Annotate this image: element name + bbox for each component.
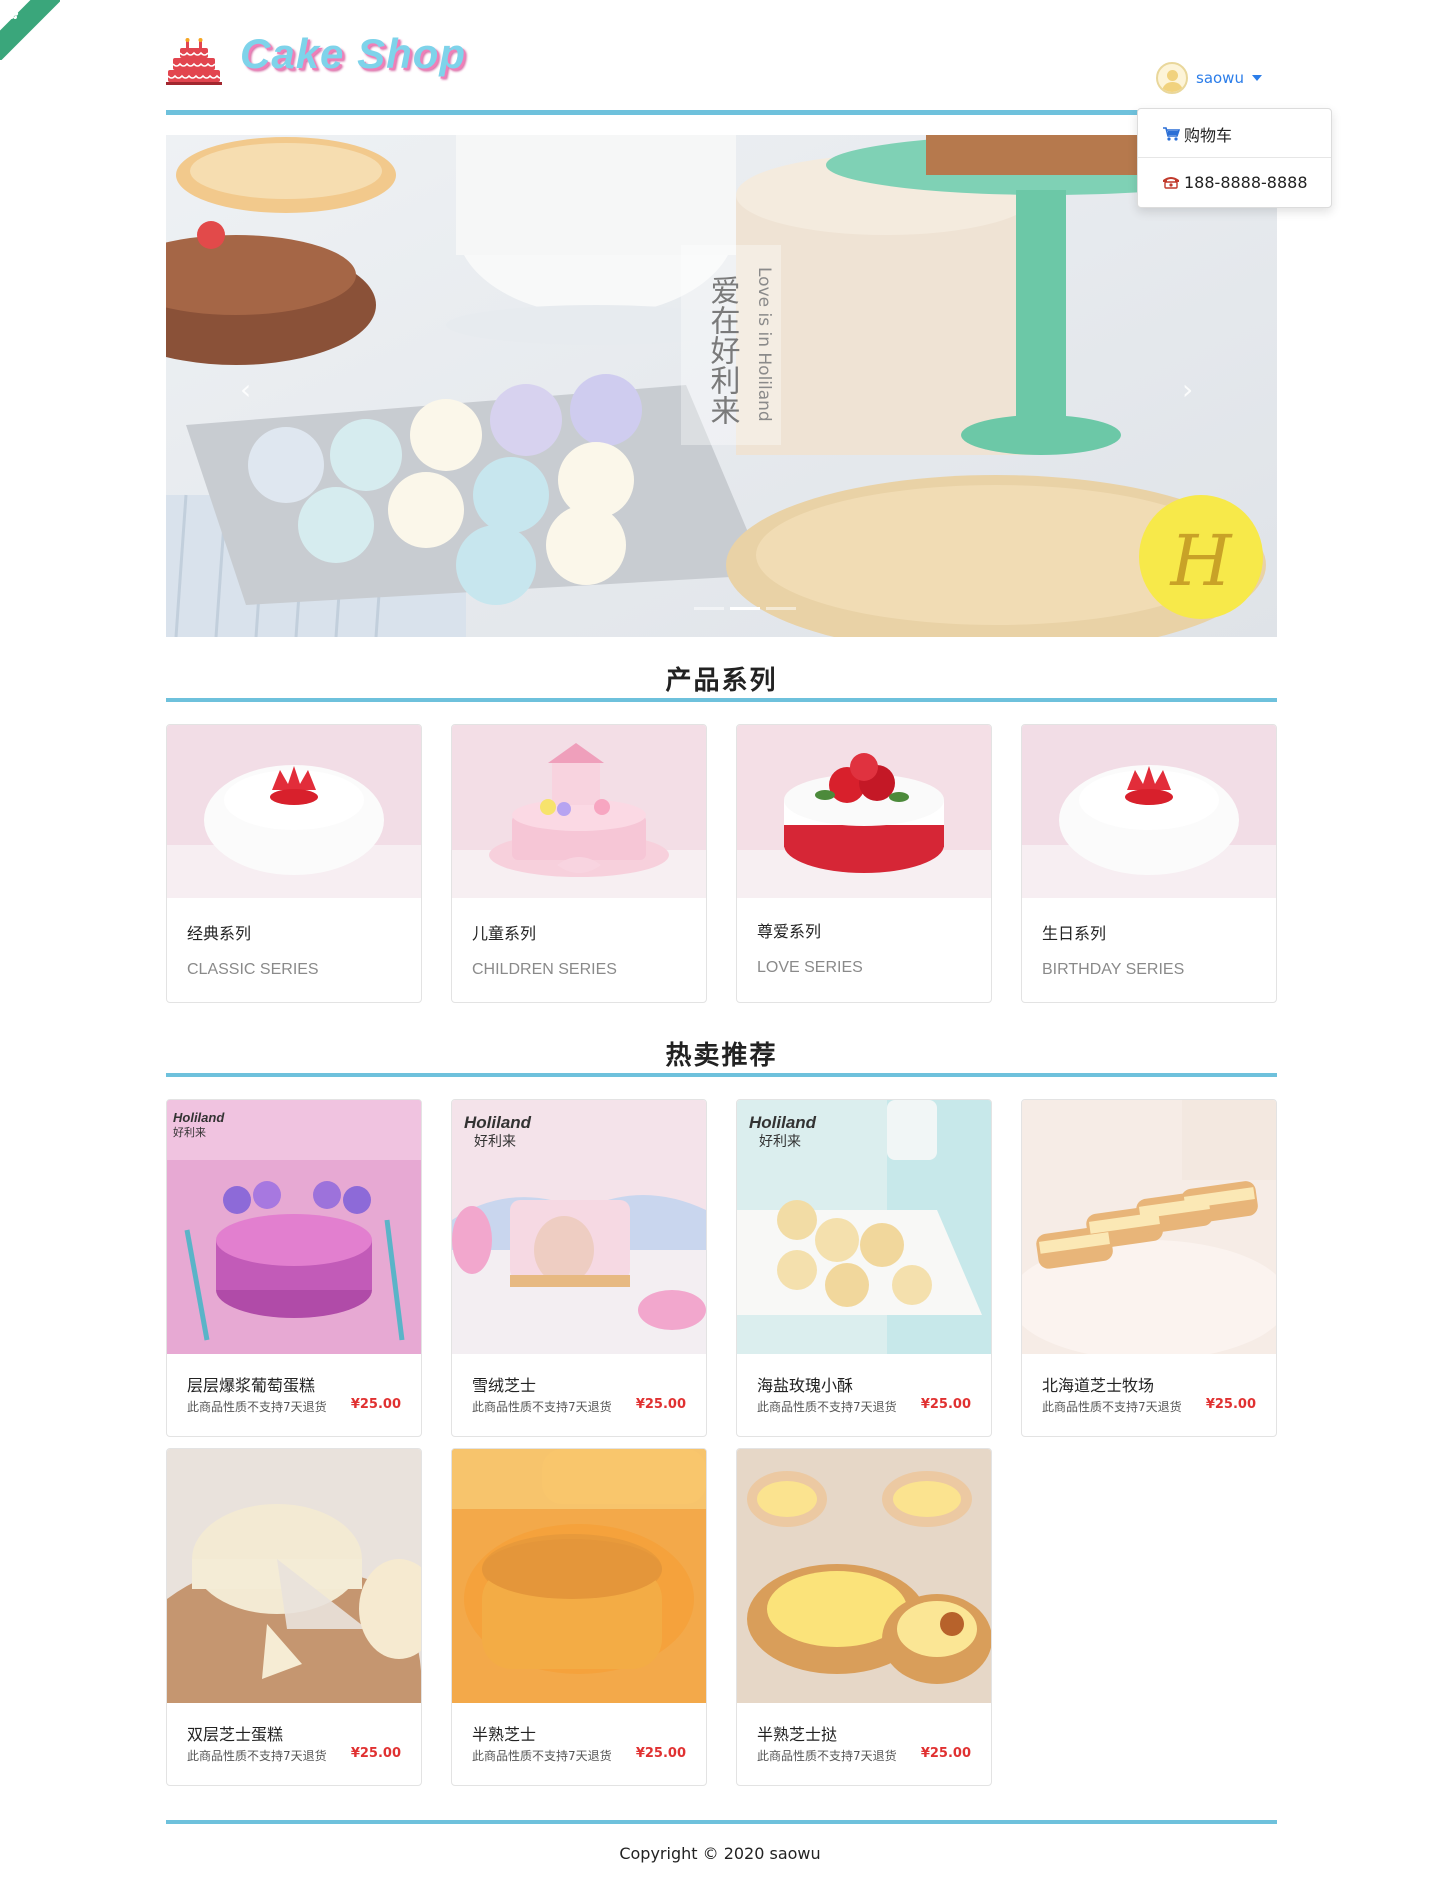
product-return-note: 此商品性质不支持7天退货 (757, 1749, 897, 1763)
product-price: ¥25.00 (350, 1397, 401, 1412)
product-return-note: 此商品性质不支持7天退货 (1042, 1400, 1182, 1414)
product-card[interactable]: 双层芝士蛋糕 此商品性质不支持7天退货 ¥25.00 (166, 1448, 422, 1786)
category-name: 尊爱系列 (757, 922, 822, 941)
dropdown-item-label: 188-8888-8888 (1184, 172, 1308, 192)
hot-products-section: 热卖推荐 Holiland 好利来 层层爆浆葡萄蛋糕 此商品性质不支持7天退货 … (166, 1035, 1277, 1795)
user-dropdown-menu: 购物车 188-8888-8888 (1137, 108, 1332, 208)
category-image (452, 725, 706, 898)
product-brand-cn-text: 好利来 (474, 1134, 516, 1150)
category-card-children[interactable]: 儿童系列 CHILDREN SERIES (451, 724, 707, 1003)
product-return-note: 此商品性质不支持7天退货 (187, 1400, 327, 1414)
chevron-down-icon (1251, 75, 1262, 81)
category-name: 儿童系列 (472, 924, 537, 943)
product-image (452, 1449, 706, 1703)
banner-overlay-cn: 爱在好利来 (705, 275, 741, 425)
product-image: Holiland 好利来 (452, 1100, 706, 1354)
site-header: Cake Shop saowu (166, 30, 1277, 115)
category-card-classic[interactable]: 经典系列 CLASSIC SERIES (166, 724, 422, 1003)
product-return-note: 此商品性质不支持7天退货 (187, 1749, 327, 1763)
product-brand-cn-text: 好利来 (173, 1125, 206, 1139)
product-return-note: 此商品性质不支持7天退货 (472, 1400, 612, 1414)
product-name: 海盐玫瑰小酥 (757, 1376, 854, 1395)
product-card[interactable]: 半熟芝士挞 此商品性质不支持7天退货 ¥25.00 (736, 1448, 992, 1786)
category-name: 经典系列 (187, 924, 252, 943)
cake-logo-icon[interactable] (166, 38, 222, 86)
product-price: ¥25.00 (920, 1397, 971, 1412)
carousel-next-arrow[interactable]: › (1182, 373, 1193, 406)
product-name: 北海道芝士牧场 (1042, 1376, 1155, 1395)
product-card[interactable]: Holiland 好利来 海盐玫瑰小酥 此商品性质不支持7天退货 ¥25.00 (736, 1099, 992, 1437)
product-name: 半熟芝士挞 (757, 1725, 838, 1744)
github-cat-icon: ✿ (8, 8, 19, 23)
product-card[interactable]: 北海道芝士牧场 此商品性质不支持7天退货 ¥25.00 (1021, 1099, 1277, 1437)
category-en-name: BIRTHDAY SERIES (1042, 961, 1185, 978)
carousel-indicator[interactable] (766, 607, 796, 610)
username-label: saowu (1196, 69, 1244, 87)
product-brand-text: Holiland (464, 1113, 532, 1132)
category-card-birthday[interactable]: 生日系列 BIRTHDAY SERIES (1021, 724, 1277, 1003)
footer-copyright: Copyright © 2020 saowu (619, 1844, 821, 1863)
banner-image: 爱在好利来 Love is in Holiland H (166, 135, 1277, 637)
product-image (167, 1449, 421, 1703)
header-divider (166, 110, 1277, 115)
banner-carousel[interactable]: 爱在好利来 Love is in Holiland H ‹ › (166, 135, 1277, 637)
product-price: ¥25.00 (350, 1746, 401, 1761)
product-name: 双层芝士蛋糕 (187, 1725, 284, 1744)
section-divider (166, 1073, 1277, 1077)
product-price: ¥25.00 (1205, 1397, 1256, 1412)
dropdown-item-phone[interactable]: 188-8888-8888 (1138, 158, 1331, 206)
category-image (167, 725, 421, 898)
section-divider (166, 698, 1277, 702)
footer-divider (166, 1820, 1277, 1824)
brand-logo-text[interactable]: Cake Shop (240, 30, 466, 78)
corner-ribbon[interactable]: ✿ (0, 0, 60, 60)
product-brand-text: Holiland (173, 1110, 225, 1125)
product-return-note: 此商品性质不支持7天退货 (472, 1749, 612, 1763)
dropdown-item-cart[interactable]: 购物车 (1138, 110, 1331, 158)
category-image (1022, 725, 1276, 898)
product-image (1022, 1100, 1276, 1354)
banner-overlay-en: Love is in Holiland (754, 267, 774, 422)
product-card[interactable]: 半熟芝士 此商品性质不支持7天退货 ¥25.00 (451, 1448, 707, 1786)
product-name: 半熟芝士 (472, 1725, 537, 1744)
carousel-indicator[interactable] (694, 607, 724, 610)
product-card[interactable]: Holiland 好利来 层层爆浆葡萄蛋糕 此商品性质不支持7天退货 ¥25.0… (166, 1099, 422, 1437)
avatar (1156, 62, 1188, 94)
category-name: 生日系列 (1042, 924, 1107, 943)
section-title-categories: 产品系列 (665, 666, 778, 696)
product-price: ¥25.00 (635, 1746, 686, 1761)
product-image: Holiland 好利来 (167, 1100, 421, 1354)
product-card[interactable]: Holiland 好利来 雪绒芝士 此商品性质不支持7天退货 ¥25.00 (451, 1099, 707, 1437)
svg-text:H: H (1168, 520, 1233, 602)
category-image (737, 725, 991, 898)
categories-section: 产品系列 经典系列 CLASSIC SERIES 儿童系列 CHILDREN S… (166, 660, 1277, 1020)
product-price: ¥25.00 (635, 1397, 686, 1412)
phone-icon (1163, 177, 1179, 189)
cart-icon (1163, 126, 1180, 141)
carousel-indicators (694, 607, 796, 610)
user-menu-toggle[interactable]: saowu (1156, 60, 1262, 96)
product-name: 层层爆浆葡萄蛋糕 (187, 1376, 316, 1395)
dropdown-item-label: 购物车 (1184, 125, 1233, 145)
product-brand-cn-text: 好利来 (759, 1134, 801, 1150)
product-brand-text: Holiland (749, 1113, 817, 1132)
product-image (737, 1449, 991, 1703)
product-image: Holiland 好利来 (737, 1100, 991, 1354)
product-return-note: 此商品性质不支持7天退货 (757, 1400, 897, 1414)
category-en-name: LOVE SERIES (757, 959, 863, 976)
carousel-prev-arrow[interactable]: ‹ (240, 373, 251, 406)
category-card-love[interactable]: 尊爱系列 LOVE SERIES (736, 724, 992, 1003)
category-en-name: CLASSIC SERIES (187, 961, 319, 978)
category-en-name: CHILDREN SERIES (472, 961, 617, 978)
product-name: 雪绒芝士 (472, 1376, 537, 1395)
product-price: ¥25.00 (920, 1746, 971, 1761)
section-title-hot: 热卖推荐 (665, 1041, 778, 1071)
carousel-indicator[interactable] (730, 607, 760, 610)
